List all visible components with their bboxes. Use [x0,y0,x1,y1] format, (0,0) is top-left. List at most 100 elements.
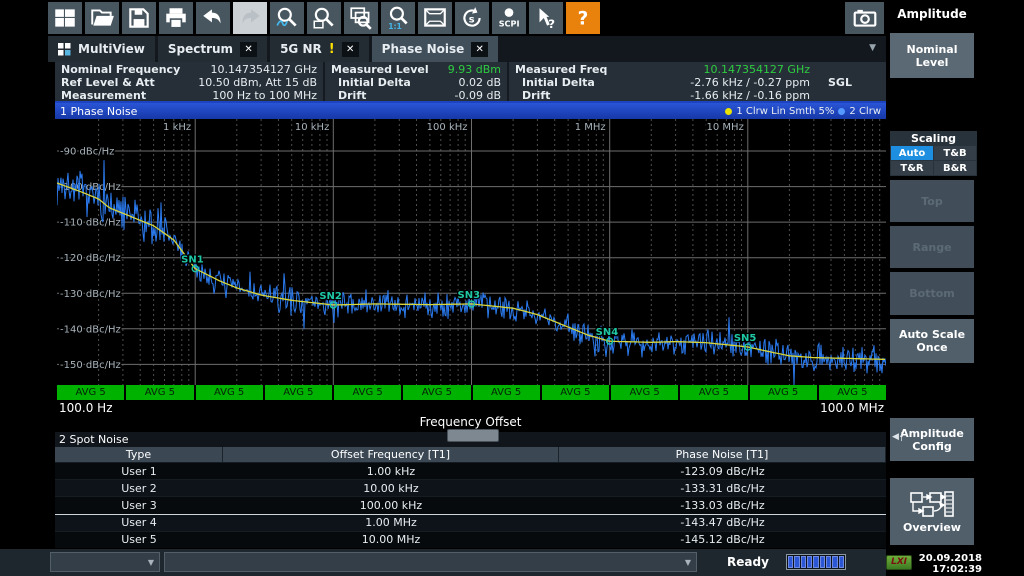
scaling-option-tr[interactable]: T&R [891,161,933,175]
info-label: Measured Level [331,63,429,76]
bottom-button[interactable]: Bottom [890,272,974,315]
toolbar-help-button[interactable]: ? [566,2,600,34]
table-cell: User 4 [55,516,223,529]
spot-noise-table: User 11.00 kHz-123.09 dBc/HzUser 210.00 … [55,462,886,548]
phase-noise-plot[interactable]: 1 kHz10 kHz100 kHz1 MHz10 MHz-90 dBc/Hz-… [57,119,886,385]
multiview-grid-icon [58,43,71,56]
table-row[interactable]: User 510.00 MHz-145.12 dBc/Hz [55,531,886,548]
info-label: Ref Level & Att [61,76,155,89]
info-value: -0.09 dB [455,89,502,102]
auto-scale-once-button[interactable]: Auto Scale Once [890,319,974,363]
table-cell: -123.09 dBc/Hz [559,465,886,478]
channel-tab-bar: MultiView Spectrum✕5G NR!✕Phase Noise✕ ▼ [48,36,886,62]
avg-segment: AVG 5 [126,385,193,400]
nominal-level-button[interactable]: Nominal Level [890,33,974,78]
camera-icon [851,5,879,31]
toolbar-open-file-button[interactable] [85,2,119,34]
date-label: 20.09.2018 [916,553,982,564]
phase-noise-window: 1 Phase Noise 1 Clrw Lin Smth 5%2 Clrw 1… [55,103,886,431]
toolbar-undo-button[interactable] [196,2,230,34]
window-splitter-handle[interactable] [447,429,499,442]
svg-text:10 kHz: 10 kHz [295,122,329,133]
toolbar-scpi-button[interactable]: SCPI [492,2,526,34]
tab-5g-nr[interactable]: 5G NR!✕ [270,36,369,62]
toolbar-zoom-multi-button[interactable] [344,2,378,34]
info-row: Initial Delta-2.76 kHz / -0.27 ppmSGL [515,76,880,89]
toolbar-windows-button[interactable] [48,2,82,34]
info-label: Measurement [61,89,146,102]
close-icon[interactable]: ✕ [342,42,359,57]
tab-overflow-chevron-down-icon[interactable]: ▼ [869,43,876,53]
range-button[interactable]: Range [890,226,974,268]
toolbar-context-help-button[interactable]: ? [529,2,563,34]
toolbar-refresh-sequence-button[interactable]: s [455,2,489,34]
instrument-screen: 1:1sSCPI?? MultiViewSpectrum✕5G NR!✕Phas… [0,0,1024,576]
avg-segment: AVG 5 [473,385,540,400]
single-sweep-indicator [810,63,880,76]
progress-segment [826,556,831,568]
zoom-box-icon [311,5,337,31]
datetime: 20.09.2018 17:02:39 [916,553,982,575]
toolbar-zoom-box-button[interactable] [307,2,341,34]
table-row[interactable]: User 11.00 kHz-123.09 dBc/Hz [55,462,886,479]
redo-icon [237,5,263,31]
trace-legend: 1 Clrw Lin Smth 5%2 Clrw [725,106,881,117]
scaling-option-tb[interactable]: T&B [934,146,976,160]
table-row[interactable]: User 41.00 MHz-143.47 dBc/Hz [55,514,886,531]
progress-segment [813,556,818,568]
status-ready-label: Ready [727,555,769,569]
progress-segment [801,556,806,568]
svg-text:1 MHz: 1 MHz [575,122,606,133]
info-row: Drift-0.09 dB [331,89,501,102]
svg-text:SN4: SN4 [596,327,619,338]
softkey-arrow-left-icon: ◀❘ [892,432,904,442]
table-cell: -133.03 dBc/Hz [559,499,886,512]
toolbar-save-button[interactable] [122,2,156,34]
undo-icon [200,5,226,31]
svg-text:?: ? [548,17,555,31]
amplitude-config-button[interactable]: ◀❘ Amplitude Config [890,418,974,461]
scaling-group: Scaling AutoT&BT&RB&R [890,131,977,176]
column-header: Phase Noise [T1] [559,447,886,462]
status-dropdown-message[interactable]: ▼ [164,552,697,572]
close-icon[interactable]: ✕ [471,42,488,57]
progress-segment [794,556,799,568]
info-value: 0.02 dB [458,76,501,89]
table-cell: -133.31 dBc/Hz [559,482,886,495]
top-button[interactable]: Top [890,180,974,222]
svg-text:SN3: SN3 [458,290,481,301]
x-axis-end-label: 100.0 MHz [820,401,884,414]
column-header: Type [55,447,223,462]
avg-segment: AVG 5 [265,385,332,400]
svg-text:-90 dBc/Hz: -90 dBc/Hz [60,147,114,158]
info-label: Nominal Frequency [61,63,180,76]
trace-legend-label: 1 Clrw Lin Smth 5% [736,106,834,117]
avg-segment: AVG 5 [611,385,678,400]
close-icon[interactable]: ✕ [240,42,257,57]
tab-spectrum[interactable]: Spectrum✕ [158,36,267,62]
phase-noise-chart[interactable]: 1 kHz10 kHz100 kHz1 MHz10 MHz-90 dBc/Hz-… [57,119,886,385]
overview-flowchart-icon [909,490,955,518]
zoom-signal-icon [274,5,300,31]
table-row[interactable]: User 210.00 kHz-133.31 dBc/Hz [55,479,886,496]
info-row: Measurement 100 Hz to 100 MHz [61,89,317,102]
toolbar-frame-button[interactable] [418,2,452,34]
table-row[interactable]: User 3100.00 kHz-133.03 dBc/Hz [55,496,886,513]
scaling-option-auto[interactable]: Auto [891,146,933,160]
screenshot-camera-button[interactable] [845,2,884,34]
tab-multiview[interactable]: MultiView [48,36,155,62]
status-dropdown-left[interactable]: ▼ [50,552,160,572]
info-label: Measured Freq [515,63,607,76]
phase-noise-title-bar[interactable]: 1 Phase Noise 1 Clrw Lin Smth 5%2 Clrw [55,103,886,119]
info-row: Ref Level & Att10.50 dBm, Att 15 dB [61,76,317,89]
scaling-option-br[interactable]: B&R [934,161,976,175]
avg-segment: AVG 5 [196,385,263,400]
toolbar-zoom-1to1-button[interactable]: 1:1 [381,2,415,34]
toolbar-print-button[interactable] [159,2,193,34]
overview-button[interactable]: Overview [890,478,974,545]
toolbar-zoom-signal-button[interactable] [270,2,304,34]
clock-area: LXI 20.09.2018 17:02:39 [886,553,982,575]
tab-phase-noise[interactable]: Phase Noise✕ [372,36,499,62]
tab-label: MultiView [78,42,145,56]
info-value: 100 Hz to 100 MHz [212,89,317,102]
